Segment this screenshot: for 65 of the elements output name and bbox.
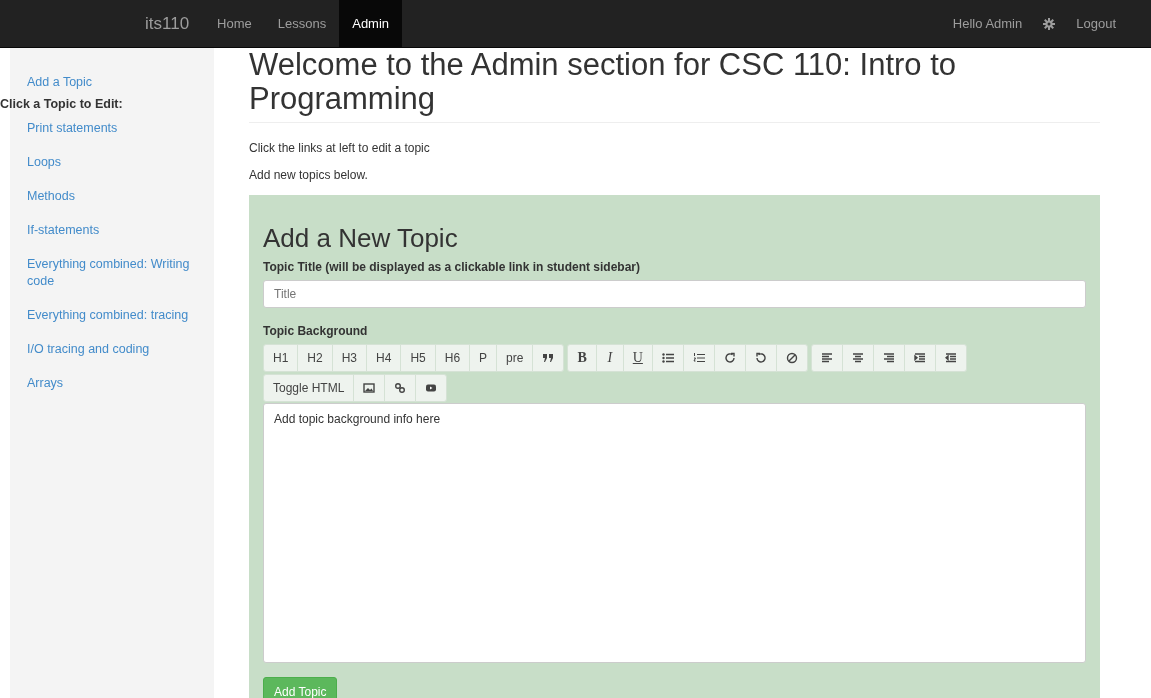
align-left-icon <box>820 352 833 365</box>
undo-button[interactable] <box>744 344 777 373</box>
quote-icon <box>542 352 555 365</box>
align-right-button[interactable] <box>872 344 905 373</box>
topic-link[interactable]: Everything combined: Writing code <box>10 256 214 290</box>
field-label: Topic Background <box>263 324 369 339</box>
link-icon <box>394 382 407 395</box>
brand-link[interactable]: its110 <box>130 0 205 47</box>
field-label: Topic Title (will be displayed as a clickable link in student sidebar) <box>263 260 641 275</box>
editor-field[interactable]: Add topic background info here <box>263 403 1086 664</box>
form-heading: Add a New Topic <box>263 223 459 255</box>
toolbar-button[interactable]: H6 <box>434 344 471 373</box>
video-icon <box>425 382 438 395</box>
logout-link[interactable]: Logout <box>1063 0 1129 47</box>
topic-link[interactable]: If-statements <box>10 222 214 239</box>
topic-link[interactable]: Loops <box>10 154 214 171</box>
indent-button[interactable] <box>903 344 936 373</box>
toolbar-button[interactable]: pre <box>496 344 534 373</box>
nav-link[interactable]: Lessons <box>264 0 340 47</box>
redo-button[interactable] <box>713 344 746 373</box>
numbered-list-icon <box>692 352 705 365</box>
topic-link[interactable]: Arrays <box>10 375 214 392</box>
toolbar-button[interactable]: H3 <box>331 344 368 373</box>
topic-link[interactable]: Print statements <box>10 120 214 137</box>
outdent-icon <box>944 352 957 365</box>
bullet-list-button[interactable] <box>651 344 684 373</box>
clear-icon <box>785 352 798 365</box>
link-button[interactable] <box>384 374 417 403</box>
toolbar-button[interactable]: H5 <box>400 344 436 373</box>
greeting-text: Hello Admin <box>951 15 1024 33</box>
align-center-button[interactable] <box>841 344 874 373</box>
image-icon <box>363 382 376 395</box>
align-center-icon <box>851 352 864 365</box>
italic-button[interactable]: I <box>595 344 624 373</box>
nav-link[interactable]: Home <box>204 0 265 47</box>
bullet-list-icon <box>661 352 674 365</box>
settings-icon[interactable] <box>1043 17 1056 30</box>
toolbar-button[interactable]: H4 <box>366 344 402 373</box>
add-topic-link[interactable]: Add a Topic <box>10 74 214 91</box>
toolbar-button[interactable]: P <box>469 344 498 373</box>
clear-button[interactable] <box>775 344 808 373</box>
toolbar-button[interactable]: Toggle HTML <box>263 374 355 403</box>
toolbar-button[interactable]: H1 <box>263 344 299 373</box>
toolbar-button[interactable]: H2 <box>297 344 333 373</box>
intro-text: Click the links at left to edit a topic <box>249 141 431 156</box>
topic-link[interactable]: I/O tracing and coding <box>10 341 214 358</box>
align-left-button[interactable] <box>810 344 843 373</box>
topic-link[interactable]: Methods <box>10 188 214 205</box>
sidebar-heading: Click a Topic to Edit: <box>0 97 124 111</box>
indent-icon <box>913 352 926 365</box>
align-right-icon <box>882 352 895 365</box>
topic-link[interactable]: Everything combined: tracing <box>10 307 214 324</box>
bold-button[interactable]: B <box>567 344 597 373</box>
image-button[interactable] <box>353 374 386 403</box>
title-field[interactable]: Title <box>263 280 1086 309</box>
redo-icon <box>723 352 736 365</box>
outdent-button[interactable] <box>934 344 967 373</box>
quote-button[interactable] <box>532 344 565 373</box>
undo-icon <box>754 352 767 365</box>
underline-button[interactable]: U <box>622 344 653 373</box>
page-title: Welcome to the Admin section for CSC 110: Intro to Programming <box>249 48 958 117</box>
intro-text: Add new topics below. <box>249 168 369 183</box>
video-button[interactable] <box>415 374 448 403</box>
nav-link[interactable]: Admin <box>339 0 403 47</box>
numbered-list-button[interactable] <box>682 344 715 373</box>
